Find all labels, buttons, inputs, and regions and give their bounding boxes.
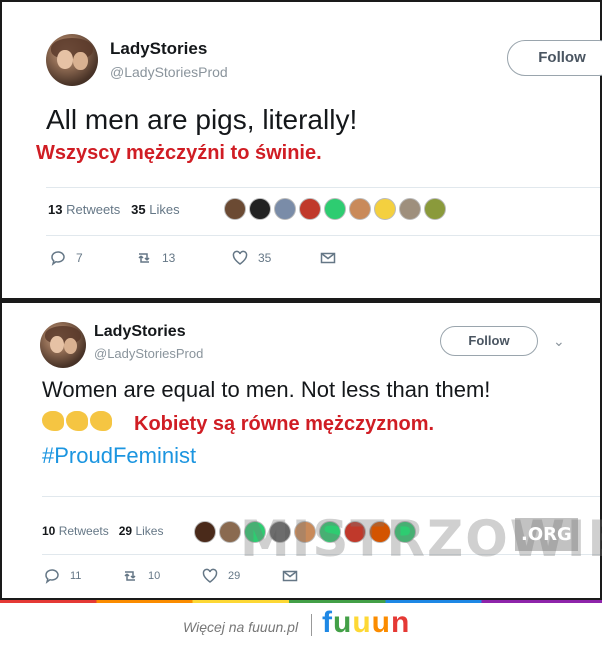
- heart-icon: [202, 568, 218, 583]
- liker-avatar[interactable]: [399, 198, 421, 220]
- watermark-suffix: .ORG: [515, 518, 578, 551]
- muscle-emoji-group: [42, 411, 114, 436]
- follow-button[interactable]: Follow: [440, 326, 538, 356]
- flexed-biceps-icon: [66, 411, 88, 431]
- heart-icon: [232, 250, 248, 265]
- reply-action[interactable]: 7: [50, 250, 136, 266]
- liker-avatar[interactable]: [374, 198, 396, 220]
- message-action[interactable]: [282, 568, 298, 584]
- liker-avatar[interactable]: [299, 198, 321, 220]
- retweet-action[interactable]: 10: [122, 568, 202, 584]
- logo-letter: u: [371, 606, 391, 639]
- liker-avatar[interactable]: [324, 198, 346, 220]
- envelope-icon: [282, 570, 298, 582]
- likes-label[interactable]: Likes: [135, 524, 163, 538]
- retweet-action[interactable]: 13: [136, 250, 232, 266]
- message-action[interactable]: [320, 250, 336, 266]
- reply-icon: [51, 251, 65, 266]
- liker-avatars: [224, 198, 446, 220]
- like-action[interactable]: 29: [202, 568, 282, 584]
- retweet-icon: [138, 253, 150, 263]
- tweet-actions: 7 13 35: [50, 250, 336, 266]
- reply-action[interactable]: 11: [44, 568, 122, 584]
- tweet-text: All men are pigs, literally!: [46, 104, 358, 135]
- reply-count: 11: [70, 570, 82, 582]
- retweet-count: 10: [148, 570, 161, 582]
- retweets-label[interactable]: Retweets: [66, 202, 120, 217]
- more-link[interactable]: Więcej na fuuun.pl: [183, 619, 298, 635]
- flexed-biceps-icon: [42, 411, 64, 431]
- liker-avatar[interactable]: [194, 521, 216, 543]
- display-name[interactable]: LadyStories: [110, 39, 207, 59]
- logo-letter: n: [390, 606, 411, 639]
- user-handle[interactable]: @LadyStoriesProd: [94, 346, 203, 361]
- engagement-stats: 13 Retweets 35 Likes: [48, 202, 180, 217]
- liker-avatar[interactable]: [249, 198, 271, 220]
- display-name[interactable]: LadyStories: [94, 323, 186, 341]
- tweet-text: Women are equal to men. Not less than th…: [42, 377, 491, 402]
- user-handle[interactable]: @LadyStoriesProd: [110, 64, 228, 80]
- logo-letter: u: [352, 606, 372, 639]
- retweet-icon: [124, 571, 136, 581]
- divider: [46, 235, 600, 236]
- liker-avatar[interactable]: [349, 198, 371, 220]
- divider: [46, 187, 600, 188]
- divider: [42, 496, 600, 497]
- like-count: 35: [258, 251, 272, 265]
- likes-label[interactable]: Likes: [149, 202, 179, 217]
- footer-bar: Więcej na fuuun.pl fuuun: [0, 600, 602, 645]
- likes-count[interactable]: 29: [119, 524, 132, 538]
- tweet-card-1: LadyStories @LadyStoriesProd Follow All …: [0, 0, 602, 300]
- translation-caption: Wszyscy mężczyźni to świnie.: [36, 142, 322, 164]
- logo-letter: f: [322, 606, 333, 639]
- liker-avatar[interactable]: [274, 198, 296, 220]
- engagement-stats: 10 Retweets 29 Likes: [42, 524, 163, 538]
- liker-avatar[interactable]: [219, 521, 241, 543]
- hashtag-link[interactable]: #ProudFeminist: [42, 443, 196, 469]
- chevron-down-icon[interactable]: ⌄: [553, 333, 565, 350]
- liker-avatar[interactable]: [224, 198, 246, 220]
- reply-count: 7: [76, 251, 83, 265]
- logo-letter: u: [333, 606, 353, 639]
- avatar[interactable]: [40, 322, 86, 368]
- avatar[interactable]: [46, 34, 98, 86]
- retweets-count[interactable]: 13: [48, 202, 62, 217]
- like-count: 29: [228, 570, 241, 582]
- translation-caption: Kobiety są równe mężczyznom.: [134, 413, 435, 435]
- flexed-biceps-icon: [90, 411, 112, 431]
- liker-avatar[interactable]: [424, 198, 446, 220]
- retweets-count[interactable]: 10: [42, 524, 55, 538]
- likes-count[interactable]: 35: [131, 202, 145, 217]
- divider: [311, 614, 312, 636]
- envelope-icon: [320, 252, 336, 264]
- tweet-actions: 11 10 29: [44, 568, 298, 584]
- reply-icon: [45, 569, 59, 584]
- retweets-label[interactable]: Retweets: [59, 524, 109, 538]
- follow-button[interactable]: Follow: [507, 40, 602, 76]
- like-action[interactable]: 35: [232, 250, 320, 266]
- retweet-count: 13: [162, 251, 176, 265]
- fuuun-logo[interactable]: fuuun: [322, 606, 410, 640]
- rainbow-stripe: [0, 600, 602, 603]
